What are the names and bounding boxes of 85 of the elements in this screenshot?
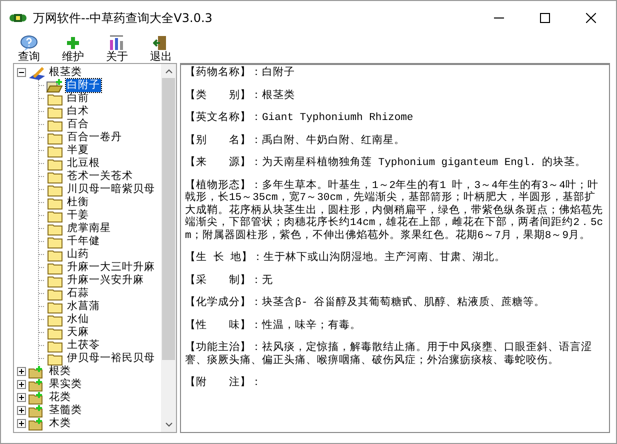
expand-icon[interactable] (17, 406, 26, 415)
tree-item[interactable]: 白前 (66, 92, 90, 105)
tree-item[interactable]: 天麻 (66, 326, 90, 339)
detail-field: 【采 制】：无 (185, 274, 605, 287)
exit-icon (153, 35, 169, 51)
toolbar-button[interactable]: 退出 (141, 35, 181, 63)
folder-icon (46, 352, 64, 366)
detail-field: 【英文名称】：Giant Typhoniumh Rhizome (185, 112, 605, 124)
folder-icon (46, 248, 64, 262)
folder-icon (46, 196, 64, 210)
folder-icon (46, 118, 64, 132)
folder-icon (46, 286, 64, 300)
folder-icon (46, 92, 64, 106)
tree-item[interactable]: 虎掌南星 (66, 222, 112, 235)
tree-item[interactable]: 根茎类 (48, 66, 83, 79)
tree-item[interactable]: 茎髓类 (48, 404, 83, 417)
maximize-icon[interactable] (540, 13, 550, 23)
tree-item[interactable]: 杜衡 (66, 196, 90, 209)
collapse-icon[interactable] (17, 68, 26, 77)
detail-field: 【化学成分】：块茎含β- 谷甾醇及其葡萄糖甙、肌醇、粘液质、蔗糖等。 (185, 297, 605, 310)
expand-icon[interactable] (17, 367, 26, 376)
tree-item[interactable]: 石蒜 (66, 287, 90, 300)
tree-item[interactable]: 升麻一大三叶升麻 (66, 261, 156, 274)
scroll-down-icon[interactable] (164, 422, 172, 428)
detail-field: 【药物名称】：白附子 (185, 67, 605, 80)
close-icon[interactable] (586, 13, 596, 23)
expand-icon[interactable] (17, 419, 26, 428)
tree-item[interactable]: 白术 (66, 105, 90, 118)
toolbar-button[interactable]: 查询 (9, 35, 49, 63)
tree-item[interactable]: 百合 (66, 118, 90, 131)
tree-item[interactable]: 木类 (48, 417, 72, 430)
bottles-icon (108, 35, 126, 51)
scroll-thumb[interactable] (162, 78, 175, 360)
expand-icon[interactable] (17, 380, 26, 389)
folder-icon (46, 144, 64, 158)
folder-icon (46, 104, 64, 118)
folder-icon (46, 222, 64, 236)
tree-item[interactable]: 干姜 (66, 209, 90, 222)
tree-item[interactable]: 千年健 (66, 235, 101, 248)
tree-item[interactable]: 半夏 (66, 144, 90, 157)
folder-icon (46, 156, 64, 170)
tree-item[interactable]: 伊贝母一裕民贝母 (66, 352, 156, 365)
tree-item[interactable]: 土茯苓 (66, 339, 101, 352)
detail-field: 【功能主治】：祛风痰，定惊搐，解毒散结止痛。用于中风痰壅、口眼歪斜、语言涩謇、痰厥头痛、偏正头痛、喉痹咽痛、破伤风症；外治瘰疬痰核、毒蛇咬伤。 (185, 342, 605, 367)
folder-icon (46, 130, 64, 144)
folder-icon (46, 208, 64, 222)
tree-item[interactable]: 水仙 (66, 313, 90, 326)
tree-item[interactable]: 根类 (48, 365, 72, 378)
detail-field: 【生 长 地】：生于林下或山沟阴湿地。主产河南、甘肃、湖北。 (185, 252, 605, 264)
folder-icon (46, 300, 64, 314)
folder-icon (46, 312, 64, 326)
tree-item[interactable]: 果实类 (48, 378, 83, 391)
tree-item[interactable]: 升麻一兴安升麻 (66, 274, 145, 287)
detail-field: 【附 注】： (185, 377, 605, 390)
toolbar-button[interactable]: 维护 (53, 35, 93, 63)
tree-item[interactable]: 水菖蒲 (66, 300, 101, 313)
tree-item[interactable]: 川贝母一暗紫贝母 (66, 183, 156, 196)
folder-icon (46, 326, 64, 340)
tree-item[interactable]: 白附子 (66, 79, 101, 92)
scrollbar[interactable] (161, 64, 176, 432)
tree-item[interactable]: 山药 (66, 248, 90, 261)
expand-icon[interactable] (17, 393, 26, 402)
detail-field: 【性 味】：性温，味辛；有毒。 (185, 320, 605, 332)
folder-icon (46, 78, 64, 92)
tree-item[interactable]: 北豆根 (66, 157, 101, 170)
folder-icon (46, 234, 64, 248)
folder-icon (46, 274, 64, 288)
detail-field: 【来 源】：为天南星科植物独角莲 Typhonium giganteum Engl. 的块茎。 (185, 157, 605, 170)
detail-field: 【别 名】：禹白附、牛奶白附、红南星。 (185, 134, 605, 147)
help-icon (20, 35, 38, 51)
toolbar-button[interactable]: 关于 (97, 35, 137, 63)
folder-icon (46, 260, 64, 274)
folder-icon (46, 170, 64, 184)
scroll-up-icon[interactable] (164, 68, 172, 74)
plus-icon (65, 35, 81, 51)
tree-item[interactable]: 苍术一关苍术 (66, 170, 134, 183)
folder-icon (46, 338, 64, 352)
tree-item[interactable]: 花类 (48, 391, 72, 404)
app-icon (9, 11, 27, 25)
detail-field: 【植物形态】：多年生草本。叶基生，1～2年生的有1 叶，3～4年生的有3～4叶；叶戟形，长15～35cm，宽7～30cm，先端渐尖，基部箭形；叶柄肥大，半圆形，基部扩大成鞘。花序柄从块茎生出，圆柱形，内侧稍扁平，绿色，带紫色纵条斑点；佛焰苞先端渐尖，下部管状；肉穗花序长约14cm，雄花在上部，雌花在下部，两者间距约2．5cm；附属器圆柱形，紫色，不伸出佛焰苞外。浆果红色。花期6～7月，果期8～9月。 (185, 180, 605, 242)
folder-icon (46, 182, 64, 196)
window-title: 万网软件--中草药查询大全V3.0.3 (33, 10, 212, 26)
tree-item[interactable]: 百合一卷丹 (66, 131, 123, 144)
detail-field: 【类 别】：根茎类 (185, 90, 605, 102)
pen-icon (28, 66, 46, 80)
